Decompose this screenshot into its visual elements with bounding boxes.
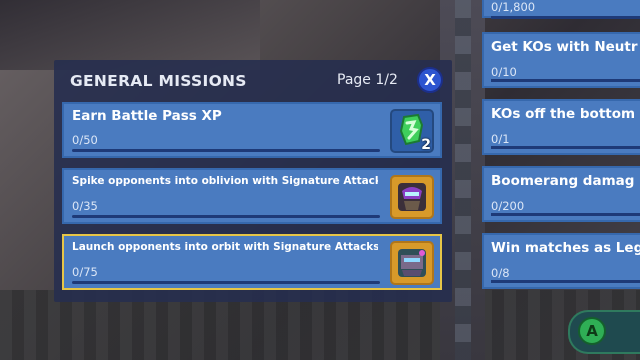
progress-bar bbox=[491, 146, 640, 149]
mission-progress: 0/10 bbox=[491, 65, 517, 79]
mission-card-selected[interactable]: Launch opponents into orbit with Signatu… bbox=[62, 234, 442, 290]
progress-bar bbox=[72, 215, 380, 218]
progress-bar bbox=[491, 79, 640, 82]
general-missions-panel: GENERAL MISSIONS Page 1/2 X Earn Battle … bbox=[54, 60, 452, 302]
close-button[interactable]: X bbox=[417, 67, 443, 93]
mission-card[interactable]: KOs off the bottom 0/1 bbox=[482, 99, 640, 155]
progress-bar bbox=[72, 149, 380, 152]
mission-progress: 0/75 bbox=[72, 265, 98, 279]
mission-title: Earn Battle Pass XP bbox=[72, 108, 222, 124]
progress-bar bbox=[72, 281, 380, 284]
character-portrait-icon bbox=[398, 249, 426, 277]
mission-title: Win matches as Leg bbox=[491, 240, 640, 256]
panel-title: GENERAL MISSIONS bbox=[70, 72, 247, 90]
mission-title: KOs off the bottom bbox=[491, 106, 636, 122]
mission-card[interactable]: Spike opponents into oblivion with Signa… bbox=[62, 168, 442, 224]
mission-card[interactable]: 0/1,800 bbox=[482, 0, 640, 19]
character-portrait-icon bbox=[398, 183, 426, 211]
mission-progress: 0/35 bbox=[72, 199, 98, 213]
a-button-icon: A bbox=[586, 322, 598, 340]
mission-card[interactable]: Win matches as Leg 0/8 bbox=[482, 233, 640, 289]
mission-title: Get KOs with Neutr bbox=[491, 39, 638, 55]
mission-progress: 0/200 bbox=[491, 199, 525, 213]
page-indicator: Page 1/2 bbox=[337, 72, 398, 88]
background-stripe bbox=[455, 0, 471, 360]
confirm-button[interactable]: A bbox=[578, 317, 606, 345]
mission-title: Boomerang damag bbox=[491, 173, 635, 189]
mission-card[interactable]: Earn Battle Pass XP 0/50 2 bbox=[62, 102, 442, 158]
right-missions-column: 0/1,800 Get KOs with Neutr 0/10 KOs off … bbox=[482, 0, 640, 300]
reward-count: 2 bbox=[421, 137, 431, 153]
mission-progress: 0/1 bbox=[491, 132, 510, 146]
mission-card[interactable]: Get KOs with Neutr 0/10 bbox=[482, 32, 640, 88]
close-icon: X bbox=[424, 71, 436, 89]
confirm-button-area[interactable]: A bbox=[568, 310, 640, 354]
reward-slot: 2 bbox=[390, 109, 434, 153]
mission-progress: 0/1,800 bbox=[491, 0, 536, 14]
mission-progress: 0/50 bbox=[72, 133, 98, 147]
mission-progress: 0/8 bbox=[491, 266, 510, 280]
reward-slot bbox=[390, 241, 434, 285]
mission-title: Spike opponents into oblivion with Signa… bbox=[72, 175, 378, 187]
progress-bar bbox=[491, 280, 640, 283]
mission-title: Launch opponents into orbit with Signatu… bbox=[72, 241, 378, 253]
reward-slot bbox=[390, 175, 434, 219]
progress-bar bbox=[491, 213, 640, 216]
mission-card[interactable]: Boomerang damag 0/200 bbox=[482, 166, 640, 222]
progress-bar bbox=[491, 16, 640, 19]
